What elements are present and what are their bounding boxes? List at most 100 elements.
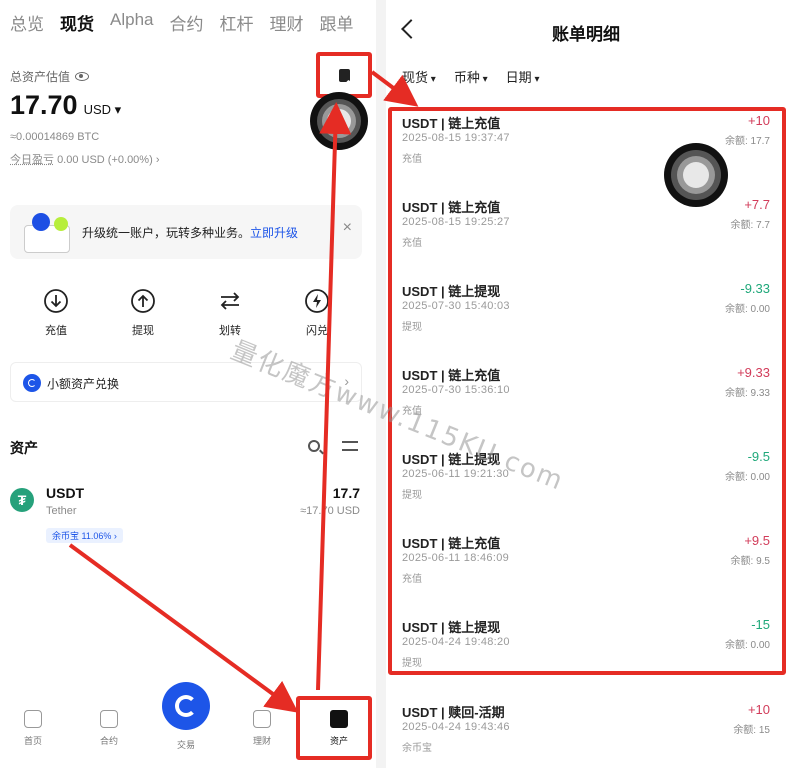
pnl-value: 0.00 USD (+0.00%) — [57, 154, 153, 166]
currency-select[interactable]: USD ▾ — [84, 102, 122, 118]
tab-earn[interactable]: 理财 — [269, 10, 303, 35]
record-row[interactable]: USDT | 链上充值 2025-07-30 15:36:10 充值 +9.33 余额:… — [402, 365, 772, 425]
promo-message: 升级统一账户，玩转多种业务。 — [82, 226, 251, 240]
eye-icon[interactable] — [75, 72, 90, 81]
filter-currency[interactable]: 币种 — [454, 67, 488, 86]
annotation-box-assets — [296, 696, 372, 760]
tab-futures[interactable]: 合约 — [169, 10, 203, 35]
wallet-illustration — [18, 209, 74, 255]
tab-copy-trading[interactable]: 跟单 — [319, 10, 353, 35]
flash-swap-icon — [305, 289, 329, 313]
pnl-label: 今日盈亏 — [10, 154, 54, 166]
transfer-button[interactable]: 划转 — [198, 288, 262, 338]
btc-equivalent: ≈0.00014869 BTC — [10, 131, 100, 143]
record-row[interactable]: USDT | 链上提现 2025-07-30 15:40:03 提现 -9.33 余额:… — [402, 281, 772, 341]
record-datetime: 2025-07-30 15:40:03 — [402, 300, 510, 312]
record-amount: -9.33 — [740, 281, 770, 296]
record-amount: -15 — [751, 617, 770, 632]
floating-ring-icon[interactable] — [664, 143, 728, 207]
upgrade-link[interactable]: 立即升级 — [250, 226, 298, 240]
small-asset-convert-label: 小额资产兑换 — [47, 377, 120, 391]
currency-label: USD — [83, 102, 112, 117]
asset-symbol: USDT — [46, 485, 85, 501]
record-row[interactable]: USDT | 赎回-活期 2025-04-24 19:43:46 余币宝 +10 余额:… — [402, 702, 772, 762]
record-type: 提现 — [402, 322, 422, 333]
close-icon[interactable]: × — [343, 219, 352, 237]
deposit-icon — [44, 289, 68, 313]
assets-section-title: 资产 — [10, 440, 38, 456]
asset-usd-value: ≈17.70 USD — [300, 505, 360, 517]
nav-home[interactable]: 首页 — [8, 710, 58, 747]
record-row[interactable]: USDT | 链上充值 2025-06-11 18:46:09 充值 +9.5 余额: … — [402, 533, 772, 593]
filter-account-type[interactable]: 现货 — [402, 67, 436, 86]
tab-overview[interactable]: 总览 — [10, 10, 44, 35]
record-row[interactable]: USDT | 链上充值 2025-08-15 19:25:27 充值 +7.7 余额: … — [402, 197, 772, 257]
tab-spot[interactable]: 现货 — [60, 10, 94, 35]
convert-icon — [23, 374, 41, 392]
asset-name: Tether — [46, 505, 77, 517]
record-balance: 余额: 17.7 — [724, 136, 770, 147]
filter-icon[interactable] — [342, 441, 358, 451]
record-balance: 余额: 9.5 — [730, 556, 770, 567]
record-amount: +7.7 — [744, 197, 770, 212]
savings-badge[interactable]: 余币宝 11.06% › — [46, 528, 123, 543]
withdraw-label: 提现 — [132, 325, 154, 337]
today-pnl[interactable]: 今日盈亏 0.00 USD (+0.00%) › — [10, 151, 159, 167]
record-datetime: 2025-07-30 15:36:10 — [402, 384, 510, 396]
record-amount: +9.33 — [737, 365, 770, 380]
filter-date[interactable]: 日期 — [506, 67, 540, 86]
panel-divider — [376, 0, 386, 768]
bill-details-screen: 账单明细 现货 币种 日期 USDT | 链上充值 2025-08-15 19:3… — [386, 0, 786, 768]
floating-ring-icon[interactable] — [310, 92, 368, 150]
futures-icon — [100, 710, 118, 728]
upgrade-banner[interactable]: 升级统一账户，玩转多种业务。立即升级 × — [10, 205, 362, 259]
flash-swap-button[interactable]: 闪兑 — [285, 288, 349, 338]
tab-alpha[interactable]: Alpha — [110, 10, 153, 35]
flash-swap-label: 闪兑 — [306, 325, 328, 337]
record-balance: 余额: 0.00 — [724, 640, 770, 651]
earn-icon — [253, 710, 271, 728]
record-datetime: 2025-08-15 19:37:47 — [402, 132, 510, 144]
record-balance: 余额: 0.00 — [724, 472, 770, 483]
withdraw-button[interactable]: 提现 — [111, 288, 175, 338]
record-type: 充值 — [402, 238, 422, 249]
record-title: USDT | 链上提现 — [402, 284, 501, 299]
balance-value: 17.70 — [10, 90, 78, 120]
record-balance: 余额: 9.33 — [724, 388, 770, 399]
nav-earn-label: 理财 — [252, 736, 271, 746]
nav-futures-label: 合约 — [99, 736, 118, 746]
top-tabs: 总览 现货 Alpha 合约 杠杆 理财 跟单 — [10, 10, 353, 35]
nav-trade-label: 交易 — [176, 740, 195, 750]
total-assets-label-text: 总资产估值 — [10, 70, 71, 84]
deposit-button[interactable]: 充值 — [24, 288, 88, 338]
record-type: 余币宝 — [402, 743, 432, 754]
record-datetime: 2025-08-15 19:25:27 — [402, 216, 510, 228]
record-amount: +10 — [747, 113, 770, 128]
chevron-right-icon: › — [155, 154, 160, 166]
nav-earn[interactable]: 理财 — [237, 710, 287, 747]
document-icon — [338, 68, 350, 82]
record-amount: +10 — [747, 702, 770, 717]
filter-bar: 现货 币种 日期 — [402, 67, 539, 86]
promo-text: 升级统一账户，玩转多种业务。立即升级 — [82, 224, 298, 241]
record-balance: 余额: 0.00 — [724, 304, 770, 315]
asset-amount: 17.7 — [332, 485, 360, 501]
savings-badge-text: 余币宝 11.06% — [52, 531, 112, 541]
record-datetime: 2025-04-24 19:48:20 — [402, 636, 510, 648]
tab-margin[interactable]: 杠杆 — [219, 10, 253, 35]
deposit-label: 充值 — [45, 325, 67, 337]
page-title: 账单明细 — [552, 25, 620, 44]
total-assets-label: 总资产估值 — [10, 68, 90, 85]
nav-futures[interactable]: 合约 — [84, 710, 134, 747]
trade-icon — [175, 695, 197, 717]
bill-details-button[interactable] — [316, 52, 372, 98]
record-balance: 余额: 15 — [733, 725, 770, 736]
record-row[interactable]: USDT | 链上提现 2025-04-24 19:48:20 提现 -15 余额: 0… — [402, 617, 772, 677]
record-title: USDT | 链上充值 — [402, 368, 501, 383]
search-icon[interactable] — [308, 440, 320, 452]
total-balance: 17.70 USD ▾ — [10, 90, 121, 121]
record-amount: +9.5 — [744, 533, 770, 548]
nav-trade[interactable] — [162, 682, 210, 730]
nav-home-label: 首页 — [23, 736, 42, 746]
record-datetime: 2025-04-24 19:43:46 — [402, 721, 510, 733]
